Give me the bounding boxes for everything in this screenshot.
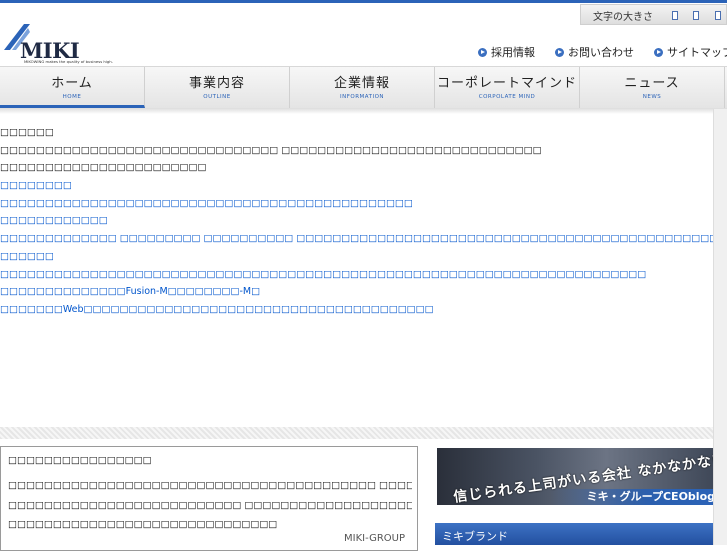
nav-item-information[interactable]: 企業情報 INFORMATION: [290, 67, 435, 108]
global-nav: ホーム HOME 事業内容 OUTLINE 企業情報 INFORMATION コ…: [0, 66, 727, 109]
content-link[interactable]: □□□□□□□Web□□□□□□□□□□□□□□□□□□□□□□□□□□□□□□…: [0, 301, 727, 319]
nav-label: 事業内容: [188, 76, 245, 91]
content-link[interactable]: □□□□□□: [0, 248, 727, 266]
nav-sublabel: NEWS: [642, 94, 662, 100]
nav-item-news[interactable]: ニュース NEWS: [580, 67, 725, 108]
arrow-circle-icon: [555, 47, 564, 57]
banner-label: ミキ・グループCEOblog: [586, 490, 715, 503]
brand-label: ミキブランド: [442, 530, 508, 543]
ceo-blog-banner[interactable]: 信じられる上司がいる会社 なかなかないから、ぼくがつくろうと思った。 ミキ・グル…: [437, 448, 719, 505]
font-size-bar: 文字の大きさ: [580, 4, 727, 25]
content-link[interactable]: □□□□□□□□□□□□□□□□□□□□□□□□□□□□□□□□□□□□□□□□…: [0, 195, 727, 213]
header-links: 採用情報 お問い合わせ サイトマップ: [478, 44, 727, 60]
font-size-small-button[interactable]: [672, 11, 678, 20]
main-content: □□□□□□ □□□□□□□□□□□□□□□□□□□□□□□□□□□□□□□ □…: [0, 124, 727, 319]
nav-sublabel: OUTLINE: [203, 94, 231, 100]
content-link[interactable]: □□□□□□□□□□□□□□□□□□□□□□□□□□□□□□□□□□□□□□□□…: [0, 266, 727, 284]
contact-link[interactable]: お問い合わせ: [555, 44, 634, 60]
content-link[interactable]: □□□□□□□□□□□□□□Fusion-M□□□□□□□□-M□: [0, 283, 727, 301]
site-logo[interactable]: MIKI GROUP MIKOWING makes the quality of…: [2, 18, 152, 88]
nav-sublabel: HOME: [62, 94, 82, 100]
arrow-circle-icon: [478, 47, 487, 57]
nav-label: ニュース: [624, 76, 680, 91]
nav-label: コーポレートマインド: [436, 76, 577, 91]
font-size-label: 文字の大きさ: [593, 12, 653, 23]
content-text: □□□□□□□□□□□□□□□□□□□□□□□: [0, 162, 207, 174]
section-divider: [0, 427, 727, 439]
nav-sublabel: INFORMATION: [339, 94, 385, 100]
font-size-large-button[interactable]: [715, 11, 721, 20]
logo-tagline: MIKOWING makes the quality of business h…: [24, 59, 113, 64]
contact-link-label: お問い合わせ: [568, 46, 634, 59]
sitemap-link[interactable]: サイトマップ: [654, 44, 727, 60]
news-text: □□□□□□□□□□□□□□□□□□□□□□□□□□ □□□□□□□□□□□□□…: [8, 500, 412, 511]
nav-item-corporate-mind[interactable]: コーポレートマインド CORPOLATE MIND: [435, 67, 580, 108]
nav-item-home[interactable]: ホーム HOME: [0, 67, 145, 108]
nav-label: ホーム: [51, 76, 93, 91]
content-heading: □□□□□□: [0, 127, 54, 138]
top-rule: [0, 0, 727, 3]
news-text: □□□□□□□□□□□□□□□□□□□□□□□□□□□□□□□□□□□□□□□□…: [8, 480, 412, 491]
content-link[interactable]: □□□□□□□□□□□□: [0, 212, 727, 230]
nav-sublabel: CORPOLATE MIND: [478, 94, 536, 100]
content-link[interactable]: □□□□□□□□: [0, 177, 727, 195]
recruit-link[interactable]: 採用情報: [478, 44, 535, 60]
content-text: □□□□□□□□□□□□□□□□□□□□□□□□□□□□□□□ □□□□□□□□…: [0, 144, 542, 156]
brand-section-header[interactable]: ミキブランド: [435, 523, 719, 545]
nav-shadow: [0, 108, 727, 114]
nav-item-outline[interactable]: 事業内容 OUTLINE: [145, 67, 290, 108]
arrow-circle-icon: [654, 47, 663, 57]
nav-label: 企業情報: [333, 76, 390, 91]
font-size-medium-button[interactable]: [693, 11, 699, 20]
news-text: □□□□□□□□□□□□□□□□□□□□□□□□□□□□□□: [8, 519, 278, 530]
content-link[interactable]: □□□□□□□□□□□□□ □□□□□□□□□ □□□□□□□□□□ □□□□□…: [0, 230, 727, 248]
news-box: □□□□□□□□□□□□□□□□ □□□□□□□□□□□□□□□□□□□□□□□…: [0, 446, 418, 551]
recruit-link-label: 採用情報: [491, 46, 535, 59]
sitemap-link-label: サイトマップ: [667, 46, 727, 59]
news-title: □□□□□□□□□□□□□□□□: [8, 455, 152, 466]
news-signature: MIKI-GROUP: [344, 533, 405, 544]
vertical-scrollbar[interactable]: [713, 109, 727, 545]
